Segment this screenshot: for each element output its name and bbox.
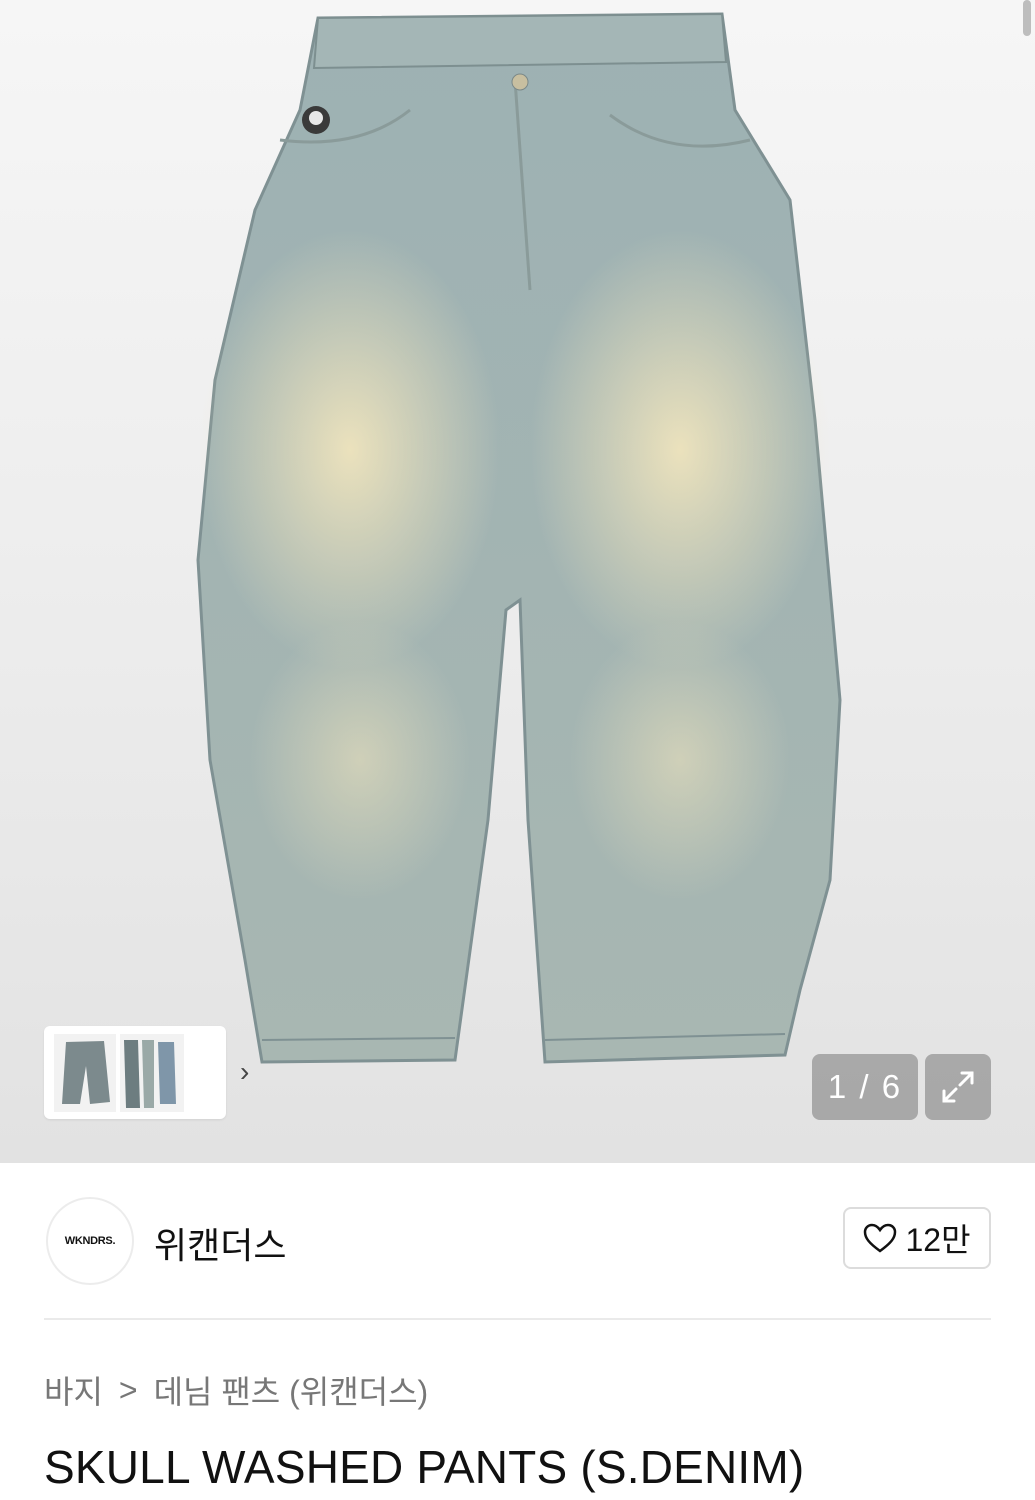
like-count: 12만	[905, 1222, 971, 1258]
brand-logo-text: WKNDRS.	[64, 1235, 116, 1247]
product-title: SKULL WASHED PANTS (S.DENIM)	[44, 1441, 805, 1493]
product-image-gallery[interactable]: › 1 / 6	[0, 0, 1035, 1163]
breadcrumb: 바지 > 데님 팬츠 (위캔더스)	[44, 1367, 428, 1413]
thumbnail-next-icon[interactable]: ›	[240, 1056, 249, 1088]
product-image[interactable]	[0, 0, 1035, 1163]
expand-button[interactable]	[925, 1054, 991, 1120]
brand-logo[interactable]: WKNDRS.	[46, 1197, 134, 1285]
image-counter: 1 / 6	[812, 1054, 918, 1120]
brand-name[interactable]: 위캔더스	[154, 1217, 286, 1269]
brand-row: WKNDRS. 위캔더스 12만	[44, 1195, 991, 1285]
scrollbar[interactable]	[1023, 0, 1031, 36]
expand-icon	[942, 1071, 974, 1103]
breadcrumb-category[interactable]: 바지	[44, 1367, 103, 1413]
thumbnail-strip[interactable]: ›	[44, 1026, 249, 1119]
like-button[interactable]: 12만	[843, 1207, 991, 1269]
breadcrumb-subcategory[interactable]: 데님 팬츠 (위캔더스)	[154, 1367, 429, 1413]
heart-icon	[864, 1223, 897, 1253]
chevron-right-icon: >	[118, 1371, 138, 1408]
divider	[44, 1318, 991, 1320]
thumbnail-images[interactable]	[44, 1026, 226, 1119]
